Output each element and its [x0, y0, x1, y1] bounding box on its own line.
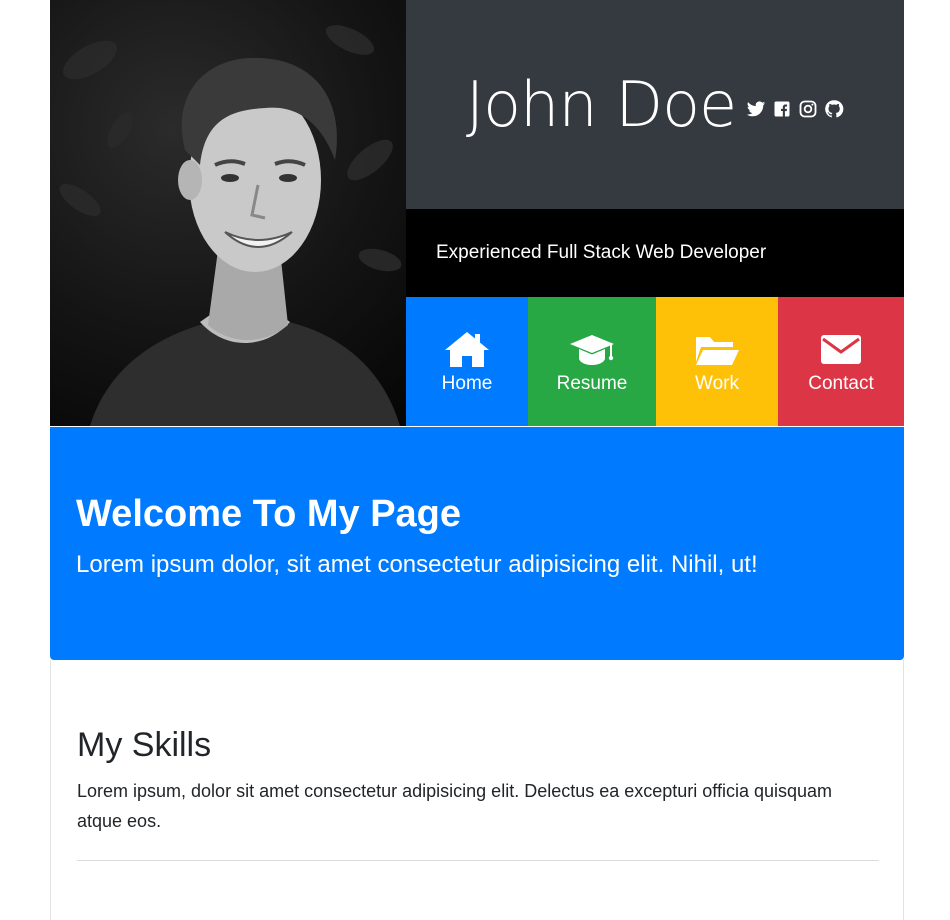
profile-name: John Doe: [465, 67, 737, 141]
skills-section: My Skills Lorem ipsum, dolor sit amet co…: [50, 660, 904, 920]
github-icon[interactable]: [824, 99, 844, 119]
skills-divider: [77, 860, 879, 861]
nav-contact[interactable]: Contact: [778, 297, 904, 426]
skills-title: My Skills: [77, 726, 212, 764]
nav-home-label: Home: [441, 372, 493, 394]
header: John Doe Experienced Full Stack Web Deve…: [50, 0, 904, 426]
nav-resume-label: Resume: [556, 372, 628, 394]
welcome-title: Welcome To My Page: [76, 493, 462, 535]
tagline: Experienced Full Stack Web Developer: [436, 242, 767, 263]
nav-work[interactable]: Work: [656, 297, 778, 426]
facebook-icon[interactable]: [772, 99, 792, 119]
welcome-text: Lorem ipsum dolor, sit amet consectetur …: [76, 551, 758, 578]
envelope-icon: [817, 329, 865, 369]
instagram-icon[interactable]: [798, 99, 818, 119]
profile-photo: [50, 0, 406, 426]
nav-work-label: Work: [695, 372, 739, 394]
social-icons: [746, 99, 844, 119]
skills-text: Lorem ipsum, dolor sit amet consectetur …: [77, 781, 833, 831]
nav-resume[interactable]: Resume: [528, 297, 656, 426]
twitter-icon[interactable]: [746, 99, 766, 119]
home-icon: [443, 329, 491, 369]
tagline-box: Experienced Full Stack Web Developer: [406, 209, 904, 297]
welcome-banner: Welcome To My Page Lorem ipsum dolor, si…: [50, 427, 904, 660]
nav-home[interactable]: Home: [406, 297, 528, 426]
folder-open-icon: [693, 329, 741, 369]
page-container: John Doe Experienced Full Stack Web Deve…: [50, 0, 904, 426]
graduation-cap-icon: [568, 329, 616, 369]
name-box: John Doe: [406, 0, 904, 209]
main-nav: Home Resume Work Contact: [406, 297, 904, 426]
nav-contact-label: Contact: [808, 372, 874, 394]
